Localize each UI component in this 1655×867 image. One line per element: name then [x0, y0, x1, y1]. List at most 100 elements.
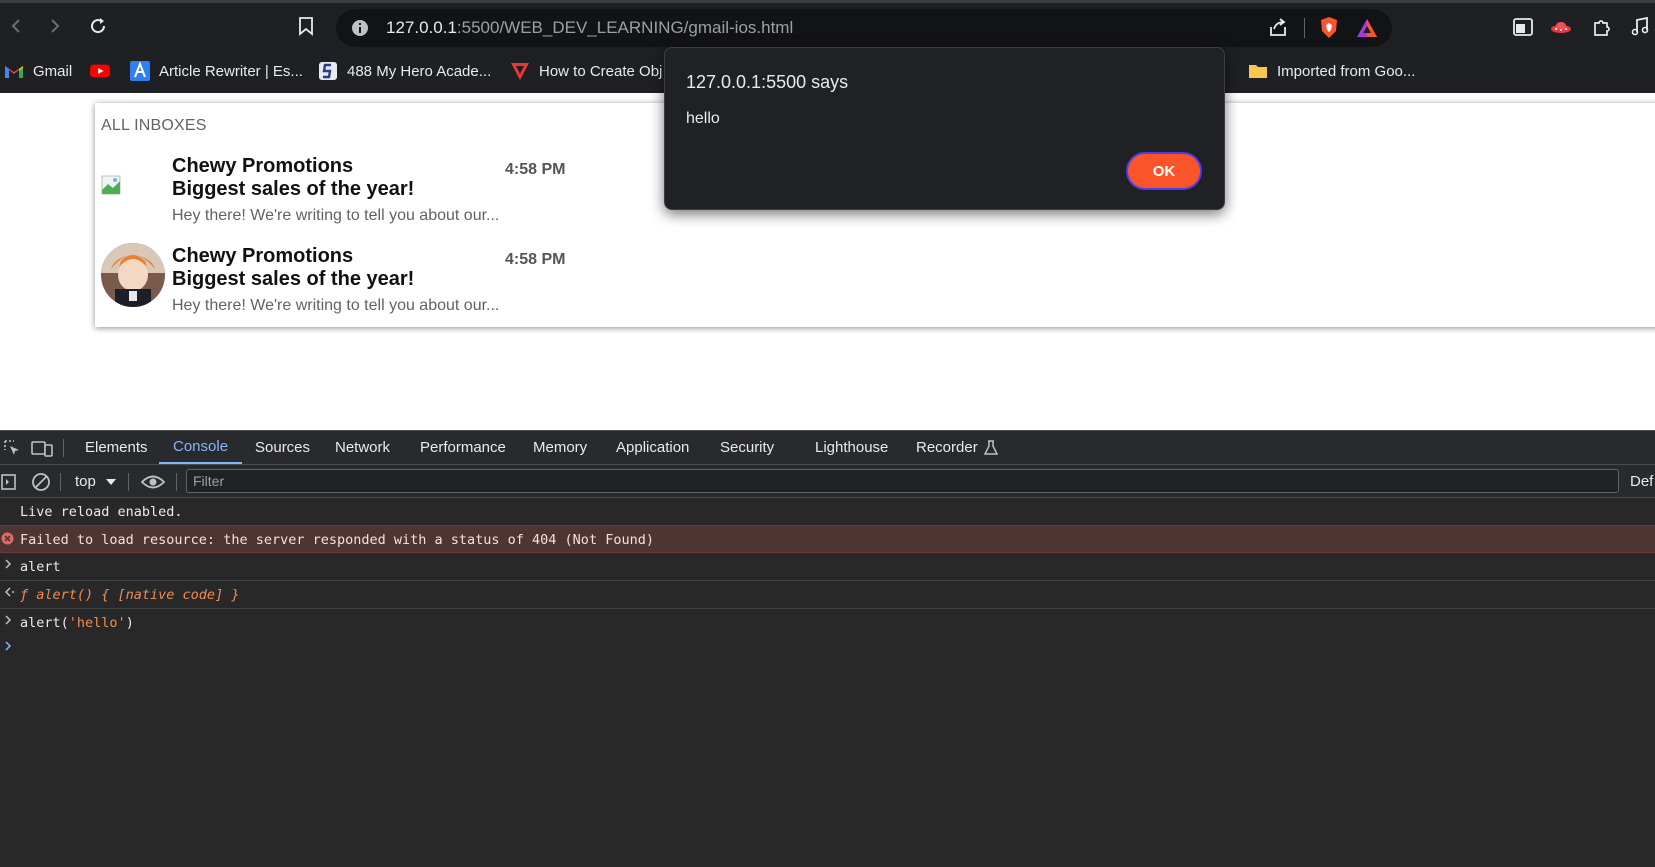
url-text: 127.0.0.1:5500/WEB_DEV_LEARNING/gmail-io…	[386, 18, 793, 38]
mail-time: 4:58 PM	[505, 161, 566, 178]
bookmark-label: Imported from Goo...	[1277, 62, 1416, 80]
mail-item[interactable]: Chewy Promotions Biggest sales of the ye…	[95, 155, 575, 235]
context-label: top	[75, 473, 96, 490]
device-toolbar-icon[interactable]	[30, 436, 54, 460]
toolbar-divider	[60, 473, 61, 491]
console-message: Live reload enabled.	[20, 504, 183, 520]
bookmark-page-button[interactable]	[294, 14, 318, 38]
toolbar-divider	[176, 473, 177, 491]
tab-network[interactable]: Network	[335, 431, 390, 464]
command-part: alert(	[20, 615, 69, 631]
dropdown-arrow-icon	[105, 478, 116, 485]
tab-performance[interactable]: Performance	[420, 431, 506, 464]
tab-divider	[63, 439, 64, 457]
tab-elements[interactable]: Elements	[85, 431, 148, 464]
devtools-tab-bar: Elements Console Sources Network Perform…	[0, 431, 1655, 465]
bookmark-article-rewriter[interactable]: Article Rewriter | Es...	[130, 59, 303, 83]
share-icon[interactable]	[1266, 16, 1290, 40]
broken-avatar-image	[101, 175, 123, 197]
bookmark-label: Article Rewriter | Es...	[159, 62, 303, 80]
mail-subject: Biggest sales of the year!	[172, 268, 415, 290]
tab-recorder-label: Recorder	[916, 439, 978, 456]
log-levels-dropdown[interactable]: Def	[1630, 473, 1653, 490]
devtools-panel: Elements Console Sources Network Perform…	[0, 430, 1655, 867]
extensions-puzzle-icon[interactable]	[1590, 15, 1614, 39]
tab-lighthouse[interactable]: Lighthouse	[815, 431, 888, 464]
url-path: :5500/WEB_DEV_LEARNING/gmail-ios.html	[456, 18, 794, 37]
console-input-line: alert	[0, 553, 1655, 581]
console-command: alert	[20, 559, 61, 575]
inspect-element-icon[interactable]	[0, 436, 24, 460]
inbox-title: ALL INBOXES	[101, 117, 207, 134]
console-message: Failed to load resource: the server resp…	[20, 532, 654, 548]
folder-icon	[1248, 61, 1268, 81]
mail-item[interactable]: Chewy Promotions Biggest sales of the ye…	[95, 243, 575, 325]
bookmark-how-to-create[interactable]: How to Create Obj	[510, 59, 662, 83]
console-filter-input[interactable]	[186, 469, 1619, 493]
site-info-icon[interactable]	[348, 16, 372, 40]
tab-recorder[interactable]: Recorder	[916, 431, 998, 464]
mail-snippet: Hey there! We're writing to tell you abo…	[172, 207, 500, 224]
console-log-line: Live reload enabled.	[0, 498, 1655, 526]
url-host: 127.0.0.1	[386, 18, 457, 37]
console-prompt[interactable]	[0, 635, 1655, 663]
mail-time: 4:58 PM	[505, 251, 566, 268]
avatar	[101, 243, 165, 307]
tab-security[interactable]: Security	[720, 431, 774, 464]
alert-message: hello	[686, 110, 720, 127]
bookmark-gmail[interactable]: Gmail	[4, 59, 72, 83]
omnibox-divider	[1304, 18, 1305, 38]
forward-button[interactable]	[43, 14, 67, 38]
media-music-icon[interactable]	[1628, 15, 1652, 39]
bookmark-icon	[299, 17, 313, 36]
tab-application[interactable]: Application	[616, 431, 689, 464]
forward-arrow-icon	[51, 19, 60, 33]
alert-dialog: 127.0.0.1:5500 says hello OK	[664, 47, 1225, 210]
command-part: )	[125, 615, 134, 631]
address-bar[interactable]: 127.0.0.1:5500/WEB_DEV_LEARNING/gmail-io…	[336, 9, 1392, 47]
console-command: alert('hello')	[20, 615, 134, 631]
bookmark-imported-folder[interactable]: Imported from Goo...	[1248, 59, 1415, 83]
console-error-line: Failed to load resource: the server resp…	[0, 525, 1655, 553]
console-result[interactable]: ƒ alert() { [native code] }	[20, 587, 239, 603]
result-arrow-icon	[3, 586, 15, 602]
mail-snippet: Hey there! We're writing to tell you abo…	[172, 297, 500, 314]
mail-subject: Biggest sales of the year!	[172, 178, 415, 200]
back-button[interactable]	[4, 14, 28, 38]
site-v-logo-icon	[510, 61, 530, 81]
active-prompt-icon	[3, 640, 13, 656]
reload-button[interactable]	[86, 14, 110, 38]
extension-ufo-icon[interactable]	[1549, 15, 1573, 39]
error-circle-icon	[1, 532, 14, 549]
mail-sender: Chewy Promotions	[172, 155, 354, 177]
context-selector[interactable]: top	[75, 473, 116, 490]
input-prompt-icon	[3, 614, 13, 630]
youtube-icon	[90, 61, 110, 81]
tab-memory[interactable]: Memory	[533, 431, 587, 464]
toolbar-divider	[128, 473, 129, 491]
bookmark-my-hero-academia[interactable]: 488 My Hero Acade...	[318, 59, 491, 83]
input-prompt-icon	[3, 558, 13, 574]
tab-sources[interactable]: Sources	[255, 431, 310, 464]
alert-ok-button[interactable]: OK	[1126, 152, 1202, 190]
alert-title: 127.0.0.1:5500 says	[686, 72, 849, 92]
browser-toolbar: 127.0.0.1:5500/WEB_DEV_LEARNING/gmail-io…	[0, 0, 1655, 50]
console-result-line: ƒ alert() { [native code] }	[0, 581, 1655, 609]
article-rewriter-icon	[130, 61, 150, 81]
gmail-icon	[4, 61, 24, 81]
back-arrow-icon	[11, 19, 20, 33]
string-literal: 'hello'	[68, 615, 126, 631]
sidebar-toggle-icon[interactable]	[0, 470, 20, 494]
live-expression-eye-icon[interactable]	[140, 470, 166, 494]
bookmark-label: 488 My Hero Acade...	[347, 62, 492, 80]
console-input-line: alert('hello')	[0, 609, 1655, 637]
bookmark-youtube[interactable]	[90, 59, 119, 83]
flask-icon	[983, 439, 998, 455]
brave-shields-icon[interactable]	[1317, 16, 1341, 40]
brave-rewards-icon[interactable]	[1355, 16, 1379, 40]
tab-console[interactable]: Console	[159, 431, 243, 464]
bookmark-label: Gmail	[33, 62, 73, 80]
bookmark-label: How to Create Obj	[539, 62, 663, 80]
sidebar-toggle-icon[interactable]	[1511, 15, 1535, 39]
clear-console-icon[interactable]	[29, 470, 53, 494]
